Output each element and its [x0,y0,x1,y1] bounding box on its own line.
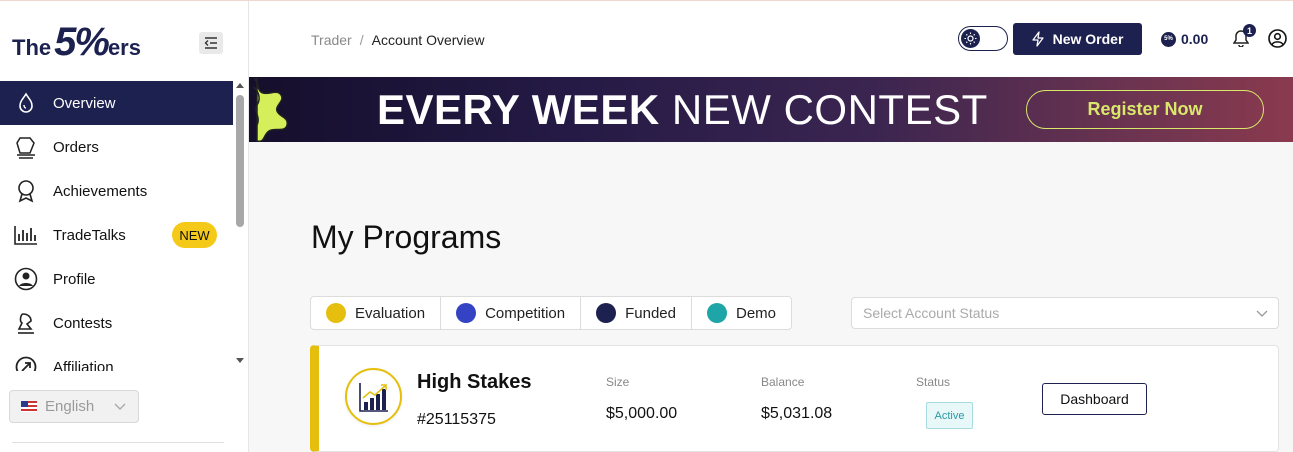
sidebar-item-profile[interactable]: Profile [0,257,233,301]
filter-evaluation[interactable]: Evaluation [311,297,442,329]
size-label: Size [606,375,630,389]
logo-text-ers: ers [107,35,141,60]
contest-banner[interactable]: EVERY WEEK NEW CONTEST Register Now [249,77,1293,142]
sidebar-item-label: Affiliation [53,358,114,372]
balance-value: $5,031.08 [761,405,833,422]
coin-balance-value: 0.00 [1181,31,1209,47]
language-label: English [45,398,95,415]
sidebar-divider [12,442,224,443]
banner-headline-light: NEW CONTEST [671,86,988,133]
language-select[interactable]: English [9,390,139,423]
chevron-down-icon [114,403,126,410]
scroll-down-arrow-icon[interactable] [236,358,244,363]
sidebar-nav: Overview Orders Achievements TradeTalks … [0,81,233,371]
banner-headline-bold: EVERY WEEK [377,86,660,133]
achievements-icon [13,178,39,204]
sidebar-item-overview[interactable]: Overview [0,81,233,125]
filter-competition[interactable]: Competition [441,297,582,329]
breadcrumb-parent[interactable]: Trader [311,32,352,48]
collapse-icon [204,37,217,49]
filter-funded[interactable]: Funded [581,297,692,329]
sidebar-item-tradetalks[interactable]: TradeTalks NEW [0,213,233,257]
program-name: High Stakes [417,371,532,393]
status-badge: Active [926,402,973,429]
page-title: My Programs [311,219,502,255]
logo-text-five: 5% [54,20,110,64]
new-badge: NEW [172,222,217,248]
logo-text-the: The [12,35,52,60]
lightning-icon [1031,31,1044,47]
new-order-button[interactable]: New Order [1013,23,1142,55]
logo[interactable]: The 5% ers [12,15,141,64]
size-value: $5,000.00 [606,405,678,422]
coin-icon: 5% [1161,31,1176,47]
account-status-placeholder: Select Account Status [863,305,1000,321]
breadcrumb-separator: / [359,32,364,48]
sidebar: The 5% ers Overview Orders Achievements [0,1,249,452]
status-label: Status [916,375,951,389]
sidebar-item-label: Achievements [53,182,148,200]
sidebar-item-affiliation[interactable]: Affiliation [0,345,233,371]
star-burst-icon [252,78,288,142]
us-flag-icon [21,401,37,412]
growth-chart-icon [345,368,402,425]
theme-toggle[interactable] [958,26,1008,51]
sidebar-item-contests[interactable]: Contests [0,301,233,345]
top-header: Trader / Account Overview New Order 5% 0.0… [249,1,1293,77]
profile-icon [13,266,39,292]
filter-label: Evaluation [355,304,426,322]
orders-icon [13,134,39,160]
sidebar-scrollbar[interactable] [234,81,247,371]
balance-label: Balance [761,375,805,389]
notification-count-badge: 1 [1243,24,1256,37]
sidebar-item-label: TradeTalks [53,226,126,244]
sidebar-item-label: Profile [53,270,96,288]
overview-icon [13,90,39,116]
program-card: High Stakes #25115375 Size $5,000.00 Bal… [310,345,1279,452]
contests-icon [13,310,39,336]
dashboard-button[interactable]: Dashboard [1042,383,1147,415]
user-menu-button[interactable] [1268,29,1287,53]
sidebar-item-orders[interactable]: Orders [0,125,233,169]
new-order-label: New Order [1052,31,1124,47]
chevron-down-icon [1256,310,1268,317]
sidebar-item-achievements[interactable]: Achievements [0,169,233,213]
filter-label: Funded [625,304,676,322]
scroll-up-arrow-icon[interactable] [236,83,244,88]
filter-label: Competition [485,304,566,322]
filter-label: Demo [735,304,776,322]
filter-demo[interactable]: Demo [692,297,791,329]
register-now-button[interactable]: Register Now [1026,90,1264,129]
sun-icon [961,29,980,48]
affiliation-icon [13,354,39,371]
evaluation-dot [326,303,346,323]
competition-dot [456,303,477,323]
breadcrumb-current: Account Overview [371,32,485,48]
program-type-filters: Evaluation Competition Funded Demo [310,296,792,330]
sidebar-item-label: Overview [53,94,116,112]
breadcrumb: Trader / Account Overview [311,32,484,48]
collapse-sidebar-button[interactable] [199,32,223,54]
funded-dot [596,303,617,323]
tradetalks-icon [13,222,39,248]
user-icon [1268,29,1287,48]
sidebar-item-label: Contests [53,314,113,332]
banner-headline: EVERY WEEK NEW CONTEST [377,88,988,132]
sidebar-item-label: Orders [53,138,99,156]
demo-dot [706,303,727,323]
account-status-select[interactable]: Select Account Status [851,297,1279,329]
coin-balance: 5% 0.00 [1161,31,1208,47]
scroll-thumb[interactable] [236,95,244,227]
program-id: #25115375 [417,411,496,428]
